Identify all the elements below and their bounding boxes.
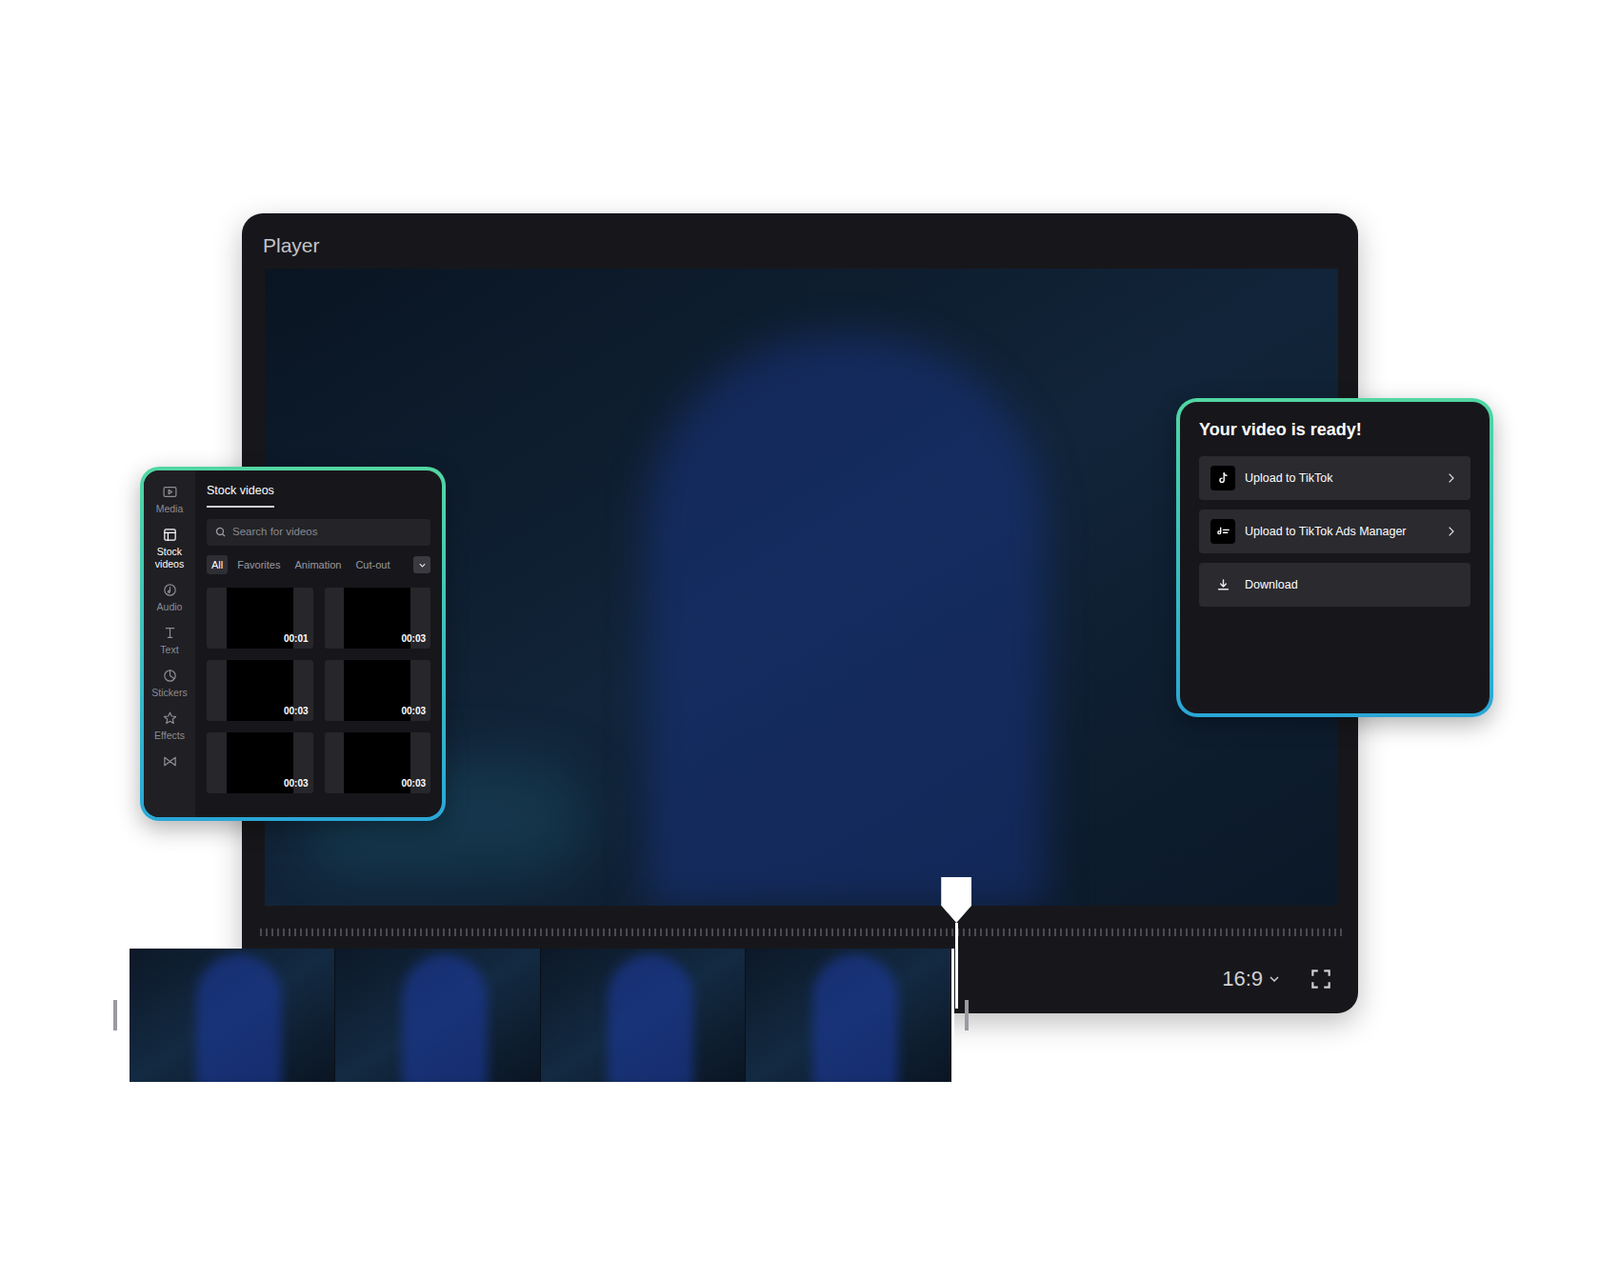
text-icon: [161, 624, 179, 641]
filter-row: AllFavoritesAnimationCut-out: [206, 555, 431, 576]
thumbnail-grid: 00:01 00:03 00:03 00:03 00:03 00:03: [206, 587, 431, 794]
chevron-down-icon: [1266, 971, 1282, 987]
action-label: Download: [1244, 576, 1460, 595]
sidebar-label: Audio: [157, 600, 183, 614]
duration-label: 00:03: [283, 776, 309, 791]
search-field[interactable]: [206, 519, 431, 546]
chevron-right-icon: [1443, 470, 1460, 486]
canvas: Player 16:9 Media Stock videos Audio Text St…: [0, 0, 1600, 1280]
filter-chip[interactable]: All: [206, 555, 228, 576]
filmstrip-frames: [129, 948, 955, 1082]
sidebar-item[interactable]: Audio: [145, 581, 194, 614]
player-title: Player: [260, 228, 1340, 263]
sidebar-item[interactable]: Text: [145, 624, 194, 657]
stickers-icon: [161, 667, 179, 684]
filmstrip-frame: [335, 948, 541, 1082]
frame-figure: [196, 954, 282, 1082]
stock-video-thumbnail[interactable]: 00:03: [206, 660, 314, 721]
thumbnail-image: [343, 587, 411, 649]
filmstrip-frame: [745, 948, 952, 1082]
export-actions: Upload to TikTok Upload to TikTok Ads Man…: [1199, 456, 1471, 607]
duration-label: 00:03: [400, 631, 426, 646]
sidebar-item[interactable]: Media: [145, 483, 194, 516]
filmstrip-frame: [129, 948, 336, 1082]
frame-figure: [401, 954, 488, 1082]
sidebar-item[interactable]: Effects: [145, 710, 194, 742]
sidebar-item[interactable]: Stock videos: [145, 526, 194, 571]
stock-video-thumbnail[interactable]: 00:03: [324, 660, 432, 721]
duration-label: 00:01: [283, 631, 309, 646]
thumbnail-image: [226, 587, 294, 649]
sidebar-label: Stock videos: [145, 545, 194, 571]
duration-label: 00:03: [400, 703, 426, 719]
stock-video-thumbnail[interactable]: 00:03: [206, 732, 314, 794]
chevron-down-icon: [417, 560, 428, 571]
thumbnail-image: [343, 732, 411, 794]
stock-video-thumbnail[interactable]: 00:03: [324, 732, 432, 794]
action-label: Upload to TikTok Ads Manager: [1244, 522, 1435, 541]
playhead[interactable]: [940, 877, 972, 1009]
ads-icon: [1210, 519, 1236, 544]
playhead-line: [955, 922, 959, 1009]
action-label: Upload to TikTok: [1244, 469, 1435, 488]
playhead-marker[interactable]: [940, 877, 972, 923]
frame-figure: [812, 954, 899, 1082]
tiktok-icon: [1210, 465, 1236, 491]
trim-handle-left[interactable]: [113, 1000, 118, 1031]
aspect-ratio-dropdown[interactable]: 16:9: [1220, 960, 1284, 997]
search-input[interactable]: [232, 523, 423, 540]
sidebar-label: Media: [156, 502, 184, 516]
filter-chip[interactable]: Animation: [289, 555, 346, 576]
stock-video-thumbnail[interactable]: 00:03: [324, 587, 432, 649]
panel-content: Stock videos AllFavoritesAnimationCut-ou…: [195, 470, 442, 818]
ads-button[interactable]: Upload to TikTok Ads Manager: [1199, 509, 1471, 554]
stock-icon: [161, 526, 179, 543]
duration-label: 00:03: [400, 776, 426, 791]
thumbnail-image: [226, 732, 294, 794]
filter-chip[interactable]: Favorites: [232, 555, 285, 576]
download-icon: [1210, 572, 1236, 598]
stock-videos-panel: Media Stock videos Audio Text Stickers Effect…: [140, 466, 446, 821]
fullscreen-icon[interactable]: [1308, 966, 1334, 992]
search-icon: [214, 525, 227, 539]
filter-dropdown-button[interactable]: [413, 556, 431, 574]
frame-figure: [607, 954, 694, 1082]
export-title: Your video is ready!: [1199, 417, 1471, 443]
transitions-icon[interactable]: [161, 753, 179, 770]
download-button[interactable]: Download: [1199, 562, 1471, 607]
chevron-right-icon: [1443, 523, 1460, 540]
tiktok-button[interactable]: Upload to TikTok: [1199, 456, 1471, 500]
sidebar-label: Effects: [154, 729, 185, 742]
aspect-ratio-label: 16:9: [1221, 962, 1263, 995]
audio-icon: [161, 581, 179, 599]
timeline-ruler[interactable]: [260, 928, 1345, 937]
panel-sidebar: Media Stock videos Audio Text Stickers Effect…: [143, 470, 196, 818]
sidebar-item[interactable]: Stickers: [145, 667, 194, 700]
stock-videos-tab[interactable]: Stock videos: [206, 481, 275, 508]
filmstrip[interactable]: [113, 948, 978, 1082]
duration-label: 00:03: [283, 703, 309, 719]
media-icon: [161, 483, 179, 500]
export-panel: Your video is ready! Upload to TikTokUpl…: [1176, 398, 1494, 718]
thumbnail-image: [343, 660, 411, 721]
stock-video-thumbnail[interactable]: 00:01: [206, 587, 314, 649]
thumbnail-image: [226, 660, 294, 721]
filter-chip[interactable]: Cut-out: [350, 555, 395, 576]
filmstrip-frame: [540, 948, 747, 1082]
sidebar-label: Text: [160, 643, 179, 657]
sidebar-label: Stickers: [151, 686, 187, 700]
trim-handle-right[interactable]: [964, 1000, 969, 1031]
effects-icon: [161, 710, 179, 727]
